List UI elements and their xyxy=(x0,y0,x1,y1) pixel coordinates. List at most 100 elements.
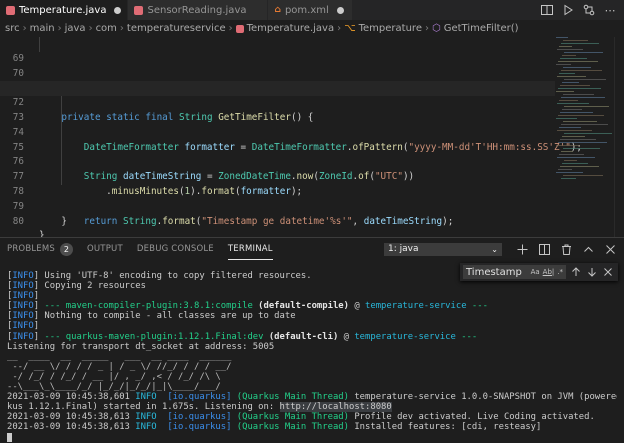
breadcrumb-item[interactable]: GetTimeFilter() xyxy=(444,23,519,34)
code-line: 78 return String.format("Timestamp ge da… xyxy=(0,170,555,227)
close-find-icon[interactable] xyxy=(602,266,614,278)
git-compare-icon[interactable] xyxy=(583,4,595,16)
tab-label: pom.xml xyxy=(284,4,329,16)
minimap-line xyxy=(558,88,601,89)
method-symbol-icon: ⬡ xyxy=(431,23,441,34)
panel-tabs: PROBLEMS 2 OUTPUT DEBUG CONSOLE TERMINAL xyxy=(0,238,273,260)
line-number: 80 xyxy=(12,215,24,227)
chevron-right-icon: › xyxy=(57,23,62,34)
tab-label: Temperature.java xyxy=(19,4,107,16)
tab-sensorreading-java[interactable]: SensorReading.java xyxy=(128,0,269,20)
tab-debug-console[interactable]: DEBUG CONSOLE xyxy=(137,238,214,260)
minimap-line xyxy=(564,106,609,107)
minimap-line xyxy=(563,148,600,149)
editor-scrollbar[interactable] xyxy=(614,37,624,237)
class-symbol-icon: ⌥ xyxy=(344,23,356,34)
run-icon[interactable] xyxy=(562,4,574,16)
arrow-down-icon[interactable] xyxy=(586,266,598,278)
terminal-line: 2021-03-09 10:45:38,613 INFO [io.quarkus… xyxy=(7,412,595,423)
minimap-line xyxy=(556,172,583,173)
breadcrumb-item[interactable]: main xyxy=(30,23,55,34)
minimap-line xyxy=(561,124,608,125)
tab-terminal[interactable]: TERMINAL xyxy=(227,238,273,260)
minimap-line xyxy=(556,91,574,92)
terminal-line: 2021-03-09 10:45:38,601 INFO [io.quarkus… xyxy=(7,392,617,403)
breadcrumb-item[interactable]: java xyxy=(65,23,86,34)
trash-icon[interactable] xyxy=(560,243,572,255)
terminal-line: --\___\_\____/_/ |_/_/|_/_/|_|\____/___/ xyxy=(7,382,221,393)
terminal-line: 2021-03-09 10:45:38,613 INFO [io.quarkus… xyxy=(7,422,542,433)
code-line: 77 xyxy=(0,155,555,182)
minimap-line xyxy=(559,73,575,74)
chevron-right-icon: › xyxy=(119,23,124,34)
minimap-line xyxy=(561,178,576,179)
code-line: 74 xyxy=(0,110,555,138)
match-whole-word-toggle[interactable]: Ab| xyxy=(543,268,555,276)
find-input-value: Timestamp xyxy=(466,266,522,278)
editor-tab-bar: Temperature.java SensorReading.java ⌂ po… xyxy=(0,0,624,20)
terminal-line: [INFO] xyxy=(7,291,40,302)
tab-problems[interactable]: PROBLEMS 2 xyxy=(7,238,73,260)
find-input[interactable]: Timestamp Aa Ab| .* xyxy=(463,265,566,279)
breadcrumb-item[interactable]: temperatureservice xyxy=(127,23,226,34)
use-regex-toggle[interactable]: .* xyxy=(557,268,563,276)
minimap-line xyxy=(556,37,568,38)
terminal-output[interactable]: [INFO] Using 'UTF-8' encoding to copy fi… xyxy=(7,271,617,443)
minimap-line xyxy=(564,52,603,53)
code-text: return String.format("Timestamp ge datet… xyxy=(83,215,454,227)
minimap-line xyxy=(558,61,598,62)
split-terminal-icon[interactable] xyxy=(538,243,550,255)
add-terminal-icon[interactable] xyxy=(516,243,528,255)
minimap-line xyxy=(557,103,589,104)
breadcrumb-item[interactable]: com xyxy=(96,23,117,34)
code-line: 76 .minusMinutes(1).format(formatter); xyxy=(0,140,555,197)
terminal-line: __ ____ __ _____ ___ __ ____ ______ xyxy=(7,351,232,362)
tab-temperature-java[interactable]: Temperature.java xyxy=(0,0,129,20)
code-line: 72 private static final String GetTimeFi… xyxy=(0,81,555,123)
code-line: 73 DateTimeFormatter formatter = DateTim… xyxy=(0,96,582,153)
code-line: 71 xyxy=(0,67,555,93)
minimap-line xyxy=(564,160,577,161)
chevron-right-icon: › xyxy=(88,23,93,34)
split-editor-icon[interactable] xyxy=(541,4,553,16)
minimap-line xyxy=(557,76,586,77)
tab-output[interactable]: OUTPUT xyxy=(87,238,123,260)
minimap-line xyxy=(562,82,579,83)
modified-dot-icon[interactable] xyxy=(336,6,344,14)
breadcrumb-item[interactable]: Temperature.java xyxy=(247,23,334,34)
minimap-line xyxy=(563,40,588,41)
maximize-panel-icon[interactable] xyxy=(582,243,594,255)
breadcrumb-item[interactable]: src xyxy=(5,23,20,34)
breadcrumb-item[interactable]: Temperature xyxy=(359,23,422,34)
code-editor[interactable]: 69 } 70 } 71 72 private static final Str… xyxy=(0,37,582,241)
minimap-line xyxy=(560,85,590,86)
code-line: 69 } xyxy=(0,37,555,93)
match-case-toggle[interactable]: Aa xyxy=(531,268,540,276)
chevron-right-icon: › xyxy=(228,23,233,34)
minimap[interactable] xyxy=(556,37,614,237)
close-panel-icon[interactable] xyxy=(604,243,616,255)
minimap-line xyxy=(560,112,593,113)
tab-label: OUTPUT xyxy=(87,244,123,254)
tab-pom-xml[interactable]: ⌂ pom.xml xyxy=(268,0,353,20)
minimap-line xyxy=(556,64,571,65)
terminal-select[interactable]: 1: java ⌄ xyxy=(384,242,502,256)
chevron-right-icon: › xyxy=(337,23,342,34)
minimap-line xyxy=(563,94,594,95)
modified-dot-icon[interactable] xyxy=(114,6,122,14)
tab-label: PROBLEMS xyxy=(7,244,55,254)
minimap-line xyxy=(562,109,582,110)
terminal-line: [INFO] Copying 2 resources xyxy=(7,281,146,292)
minimap-line xyxy=(559,100,578,101)
minimap-line xyxy=(562,136,585,137)
minimap-line xyxy=(563,121,597,122)
minimap-line xyxy=(560,166,599,167)
java-file-icon xyxy=(235,24,244,33)
editor-actions: ⋯ xyxy=(541,0,624,20)
minimap-line xyxy=(561,97,605,98)
more-actions-icon[interactable]: ⋯ xyxy=(604,4,616,17)
terminal-line: [INFO] --- quarkus-maven-plugin:1.12.1.F… xyxy=(7,331,478,342)
minimap-line xyxy=(556,118,577,119)
arrow-up-icon[interactable] xyxy=(570,266,582,278)
minimap-line xyxy=(558,169,572,170)
